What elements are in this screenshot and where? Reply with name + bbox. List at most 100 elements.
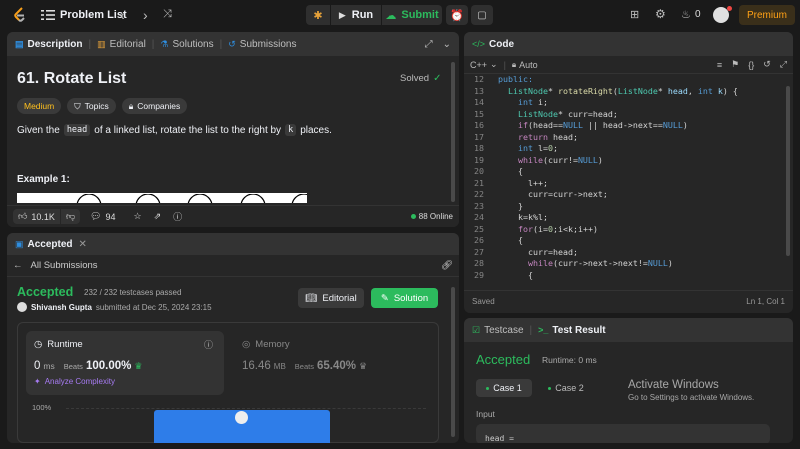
statement-text-c: places. xyxy=(300,124,332,136)
code-line[interactable]: 17 return head; xyxy=(464,132,793,144)
code-token: return xyxy=(517,131,548,142)
language-select[interactable]: C++ ⌄ xyxy=(470,59,498,70)
collapse-icon[interactable]: ⌄ xyxy=(443,39,451,50)
code-token: ; xyxy=(552,143,558,153)
analyze-complexity[interactable]: ✦ Analyze Complexity xyxy=(34,377,115,386)
tab-editorial[interactable]: ▥ Editorial xyxy=(97,39,146,50)
share-icon[interactable]: ⇗ xyxy=(154,211,162,222)
maximize-icon[interactable]: ⤢ xyxy=(425,39,433,50)
code-token: ;i<k;i++) xyxy=(552,223,598,234)
history-icon: ↺ xyxy=(228,38,236,49)
accepted-tab-label[interactable]: Accepted xyxy=(28,239,73,250)
bar-avatar xyxy=(235,411,248,424)
submitter-name[interactable]: Shivansh Gupta xyxy=(31,303,92,312)
streak-fire-icon[interactable]: ♨ xyxy=(681,8,691,21)
check-circle-icon: ✓ xyxy=(433,73,442,84)
code-line[interactable]: 21 l++; xyxy=(464,178,793,190)
code-line[interactable]: 18 int l=0; xyxy=(464,143,793,155)
memory-label: Memory xyxy=(255,339,290,350)
solution-button[interactable]: ✎ Solution xyxy=(371,288,438,308)
runtime-card[interactable]: ◷ Runtime ⓘ 0 ms Beats 100.00% ♛ ✦ Analy… xyxy=(26,331,224,395)
code-editor[interactable]: 12 public: 13 ListNode* rotateRight(ListNo… xyxy=(464,74,793,285)
close-tab-icon[interactable]: ✕ xyxy=(79,239,87,250)
timer-button[interactable]: ⏰ xyxy=(446,5,468,25)
prev-problem-icon[interactable]: ‹ xyxy=(120,7,125,23)
code-line[interactable]: 20 { xyxy=(464,166,793,178)
submitter-avatar[interactable] xyxy=(17,302,27,312)
line-number: 21 xyxy=(474,177,484,188)
code-token: if xyxy=(517,120,528,130)
language-label: C++ xyxy=(470,59,488,70)
link-icon[interactable]: 🔗︎ xyxy=(441,260,453,271)
code-line[interactable]: 12 public: xyxy=(464,74,793,86)
code-line[interactable]: 19 while(curr!=NULL) xyxy=(464,155,793,167)
editor-scrollbar[interactable] xyxy=(786,86,790,256)
premium-button[interactable]: Premium xyxy=(739,5,795,25)
topics-badge[interactable]: ⛉ Topics xyxy=(67,98,116,114)
tab-submissions[interactable]: ↺ Submissions xyxy=(228,39,296,50)
line-number: 26 xyxy=(474,235,484,245)
debug-button[interactable]: ✱ xyxy=(306,5,330,25)
case-1-tab[interactable]: Case 1 xyxy=(476,379,532,397)
format-icon[interactable]: ≡ xyxy=(717,60,722,70)
tab-test-result[interactable]: >_ Test Result xyxy=(538,325,605,336)
code-line[interactable]: 13 ListNode* rotateRight(ListNode* head,… xyxy=(464,86,793,98)
notification-dot xyxy=(727,6,732,11)
play-icon: ▶ xyxy=(338,9,346,20)
star-icon[interactable]: ☆ xyxy=(134,211,142,222)
memory-card[interactable]: ◎ Memory 16.46 MB Beats 65.40% ♛ xyxy=(234,331,432,395)
code-line[interactable]: 23 } xyxy=(464,201,793,213)
code-line[interactable]: 15 ListNode* curr=head; xyxy=(464,109,793,121)
dislike-button[interactable]: 👎︎ xyxy=(60,209,81,224)
fullscreen-icon[interactable]: ⤢ xyxy=(780,59,787,70)
braces-icon[interactable]: {} xyxy=(748,60,754,70)
editorial-button[interactable]: 📖︎ Editorial xyxy=(298,288,364,308)
tab-testcase[interactable]: ☑ Testcase xyxy=(472,325,524,336)
run-button[interactable]: ▶ Run xyxy=(331,5,381,25)
premium-label: Premium xyxy=(746,9,787,21)
accepted-scrollbar[interactable] xyxy=(451,287,455,437)
shuffle-icon[interactable]: ⤨ xyxy=(163,8,172,21)
code-token: ) { xyxy=(722,85,738,96)
code-token: ) xyxy=(597,154,603,165)
code-token: l++; xyxy=(527,177,548,188)
runtime-info-icon[interactable]: ⓘ xyxy=(204,338,213,351)
autocomplete-toggle[interactable]: 🔒︎ Auto xyxy=(512,60,538,70)
reset-icon[interactable]: ↺ xyxy=(763,59,771,70)
comments-button[interactable]: 💬︎ 94 xyxy=(90,211,115,222)
difficulty-badge[interactable]: Medium xyxy=(17,98,62,114)
tab-solutions[interactable]: ⚗ Solutions xyxy=(160,39,213,50)
code-line[interactable]: 24 k=k%l; xyxy=(464,212,793,224)
companies-badge[interactable]: 🔒︎ Companies xyxy=(121,98,188,114)
code-line[interactable]: 22 curr=curr->next; xyxy=(464,189,793,201)
all-submissions-link[interactable]: All Submissions xyxy=(31,260,98,271)
help-icon[interactable]: ⓘ xyxy=(173,210,182,223)
code-line[interactable]: 26 { xyxy=(464,235,793,247)
run-label: Run xyxy=(351,9,374,21)
code-line[interactable]: 16 if(head==NULL || head->next==NULL) xyxy=(464,120,793,132)
bookmark-icon[interactable]: ⚑ xyxy=(731,59,739,70)
problem-list-icon[interactable] xyxy=(41,8,55,22)
code-line[interactable]: 14 int i; xyxy=(464,97,793,109)
cursor-position: Ln 1, Col 1 xyxy=(746,297,785,306)
input-box[interactable]: head = xyxy=(476,424,770,443)
back-arrow-icon[interactable]: ← xyxy=(13,260,23,271)
like-button[interactable]: 👍︎ 10.1K xyxy=(13,209,60,224)
next-problem-icon[interactable]: › xyxy=(143,7,148,23)
user-avatar[interactable] xyxy=(713,6,732,23)
code-line[interactable]: 25 for(i=0;i<k;i++) xyxy=(464,224,793,236)
tab-description[interactable]: ▤ Description xyxy=(15,39,83,50)
code-line[interactable]: 27 curr=head; xyxy=(464,247,793,259)
code-line[interactable]: 28 while(curr->next->next!=NULL) xyxy=(464,258,793,270)
settings-gear-icon[interactable]: ⚙ xyxy=(655,7,666,21)
notes-button[interactable]: ▢ xyxy=(471,5,493,25)
case-2-tab[interactable]: Case 2 xyxy=(538,379,594,397)
submitter-row: Shivansh Gupta submitted at Dec 25, 2024… xyxy=(17,302,212,312)
code-tab-label[interactable]: Code xyxy=(489,39,514,50)
problem-list-link[interactable]: Problem List xyxy=(60,9,127,21)
code-line[interactable]: 29 { xyxy=(464,270,793,282)
description-scrollbar[interactable] xyxy=(451,62,455,202)
layout-grid-icon[interactable]: ⊞ xyxy=(630,8,639,21)
leetcode-logo[interactable] xyxy=(12,7,28,23)
submit-button[interactable]: ☁ Submit xyxy=(382,5,442,25)
